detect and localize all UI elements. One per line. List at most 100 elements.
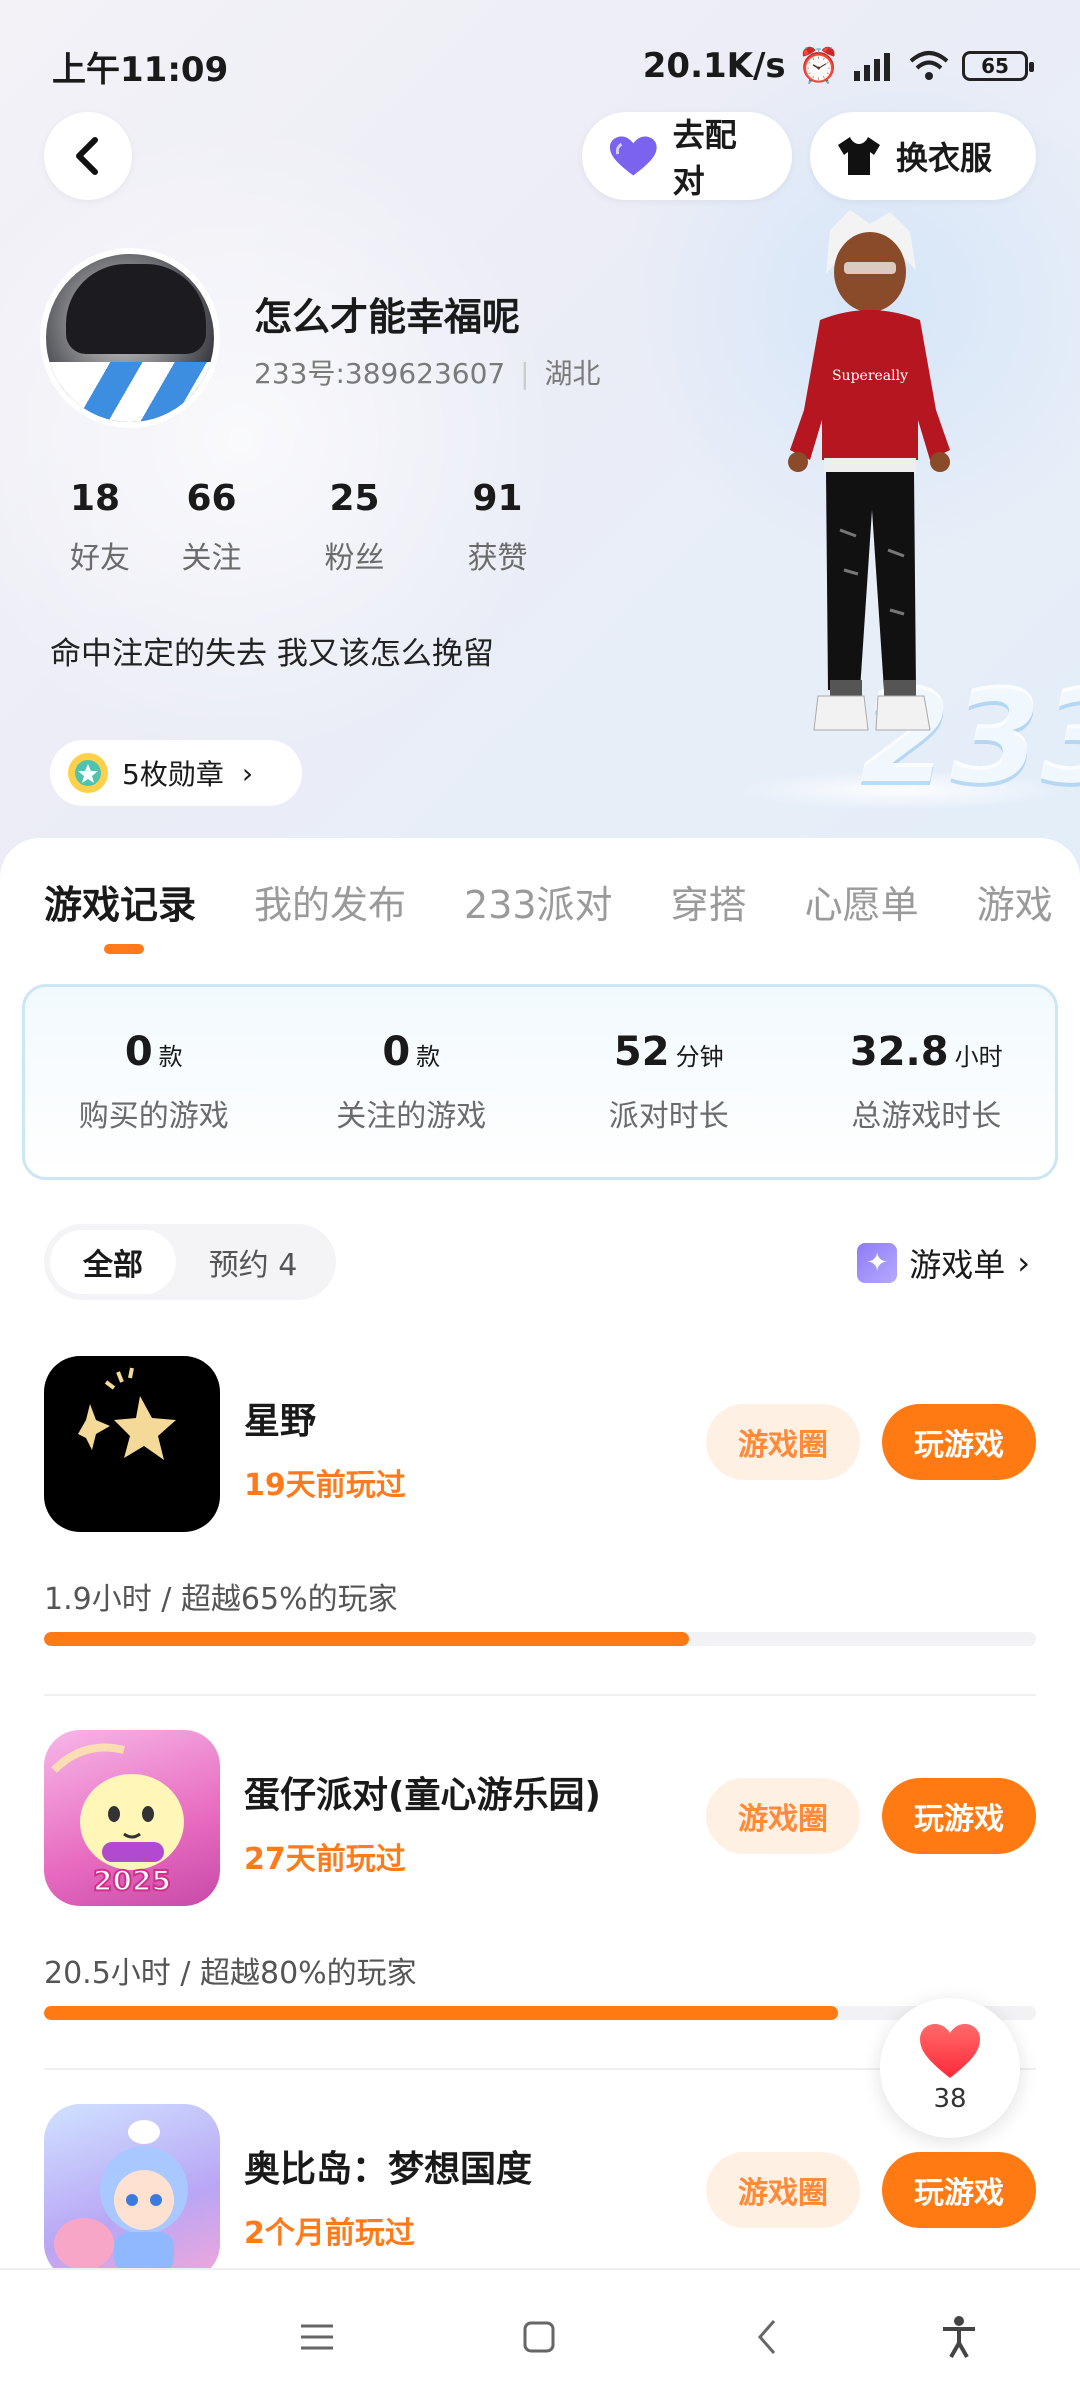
stat-value: 18	[70, 478, 121, 519]
summary-unit: 分钟	[675, 1043, 724, 1071]
anime-girl-icon	[54, 2120, 188, 2272]
tab-game-records[interactable]: 游戏记录	[44, 874, 196, 954]
game-summary-card: 0款 购买的游戏 0款 关注的游戏 52 分钟 派对时长 32.8 小时 总游戏时长	[22, 984, 1058, 1180]
profile-stats: 18 好友 66 关注 25 粉丝 91 获赞	[44, 478, 569, 577]
chevron-right-icon: ›	[1017, 1244, 1030, 1282]
tab-games[interactable]: 游戏	[977, 874, 1053, 929]
medal-icon	[68, 753, 108, 793]
badges-button[interactable]: 5枚勋章 ›	[50, 740, 302, 806]
play-progress-bar	[44, 2006, 1036, 2020]
game-list-label: 游戏单	[909, 1246, 1006, 1284]
tab-my-posts[interactable]: 我的发布	[254, 874, 406, 929]
user-location: 湖北	[544, 357, 601, 390]
stat-value: 66	[186, 478, 237, 519]
game-circle-button[interactable]: 游戏圈	[706, 1404, 860, 1480]
play-progress-bar	[44, 1632, 1036, 1646]
user-id: 233号:389623607	[254, 357, 506, 390]
stars-icon	[78, 1367, 176, 1460]
egg-mascot-icon: 2025	[51, 1743, 184, 1898]
game-circle-button[interactable]: 游戏圈	[706, 2152, 860, 2228]
progress-fill	[44, 2006, 838, 2020]
username: 怎么才能幸福呢	[254, 295, 521, 339]
like-floating-button[interactable]: 38	[880, 1998, 1020, 2138]
battery-icon: 65	[962, 51, 1034, 81]
tab-233-party[interactable]: 233派对	[464, 874, 613, 929]
game-filter: 全部 预约 4	[44, 1224, 336, 1300]
last-played: 2个月前玩过	[244, 2216, 415, 2251]
stat-value: 91	[472, 478, 523, 519]
play-game-button[interactable]: 玩游戏	[882, 2152, 1036, 2228]
summary-value: 0	[124, 1029, 153, 1075]
play-stats: 1.9小时 / 超越65%的玩家	[44, 1582, 398, 1617]
chevron-right-icon: ›	[241, 756, 254, 790]
summary-value: 0	[382, 1029, 411, 1075]
game-name: 蛋仔派对(童心游乐园)	[244, 1775, 601, 1816]
play-stats: 20.5小时 / 超越80%的玩家	[44, 1956, 417, 1991]
progress-fill	[44, 1632, 689, 1646]
tab-outfits[interactable]: 穿搭	[671, 874, 747, 929]
summary-label: 总游戏时长	[851, 1099, 1002, 1134]
stat-likes[interactable]: 91 获赞	[426, 478, 569, 577]
chevron-left-icon	[76, 137, 98, 175]
accessibility-icon[interactable]	[932, 2310, 986, 2364]
icon-year-text: 2025	[93, 1864, 171, 1897]
game-name: 星野	[244, 1401, 317, 1442]
alarm-icon: ⏰	[797, 46, 840, 86]
dress-label: 换衣服	[896, 139, 993, 177]
summary-value: 52	[613, 1029, 670, 1075]
filter-all[interactable]: 全部	[50, 1230, 176, 1294]
system-navigation-bar	[0, 2268, 1080, 2400]
match-button[interactable]: 去配对	[582, 112, 792, 200]
sparkle-icon: ✦	[857, 1243, 898, 1283]
summary-party-time[interactable]: 52 分钟 派对时长	[540, 1029, 798, 1135]
home-icon[interactable]	[512, 2310, 566, 2364]
filter-reserve[interactable]: 预约 4	[176, 1240, 330, 1284]
summary-total-time[interactable]: 32.8 小时 总游戏时长	[798, 1029, 1056, 1135]
game-circle-button[interactable]: 游戏圈	[706, 1778, 860, 1854]
last-played: 19天前玩过	[244, 1468, 406, 1503]
game-name: 奥比岛：梦想国度	[244, 2149, 533, 2190]
stat-value: 25	[329, 478, 380, 519]
summary-purchased[interactable]: 0款 购买的游戏	[25, 1029, 283, 1135]
summary-label: 派对时长	[608, 1099, 729, 1134]
play-game-button[interactable]: 玩游戏	[882, 1778, 1036, 1854]
play-game-button[interactable]: 玩游戏	[882, 1404, 1036, 1480]
heart-icon	[920, 2024, 980, 2078]
status-time: 上午11:09	[52, 49, 229, 90]
stat-label: 好友	[70, 541, 130, 576]
avatar[interactable]	[40, 248, 220, 428]
stat-label: 关注	[181, 541, 242, 576]
summary-followed[interactable]: 0款 关注的游戏	[283, 1029, 541, 1135]
status-icons: 20.1K/s ⏰ 65	[643, 46, 1034, 86]
wifi-icon	[909, 51, 949, 80]
summary-unit: 小时	[954, 1043, 1003, 1071]
tshirt-icon	[838, 137, 880, 175]
summary-value: 32.8	[849, 1029, 949, 1075]
summary-unit: 款	[416, 1043, 441, 1071]
divider	[44, 1694, 1036, 1696]
last-played: 27天前玩过	[244, 1842, 406, 1877]
badges-label: 5枚勋章	[122, 758, 224, 791]
status-bar: 上午11:09 20.1K/s ⏰ 65	[52, 40, 1034, 92]
avatar-character[interactable]: Supereally	[760, 210, 980, 790]
stat-friends[interactable]: 18 好友	[44, 478, 140, 577]
stat-fans[interactable]: 25 粉丝	[283, 478, 426, 577]
game-list-link[interactable]: ✦ 游戏单 ›	[857, 1240, 1030, 1286]
back-nav-icon[interactable]	[740, 2310, 794, 2364]
profile-tabs: 游戏记录 我的发布 233派对 穿搭 心愿单 游戏	[44, 874, 1053, 954]
game-icon-aobi-island	[44, 2104, 220, 2280]
stat-label: 获赞	[467, 541, 528, 576]
summary-label: 关注的游戏	[336, 1099, 487, 1134]
change-outfit-button[interactable]: 换衣服	[810, 112, 1036, 200]
signal-icon	[854, 53, 890, 81]
tab-wishlist[interactable]: 心愿单	[805, 874, 919, 929]
back-button[interactable]	[44, 112, 132, 200]
stat-label: 粉丝	[324, 541, 385, 576]
match-label: 去配对	[672, 116, 737, 200]
heart-icon	[609, 136, 657, 176]
hoodie-text: Supereally	[832, 368, 908, 384]
game-icon-xingye	[44, 1356, 220, 1532]
menu-icon[interactable]	[290, 2310, 344, 2364]
stat-following[interactable]: 66 关注	[140, 478, 283, 577]
bio-text: 命中注定的失去 我又该怎么挽留	[50, 636, 494, 672]
